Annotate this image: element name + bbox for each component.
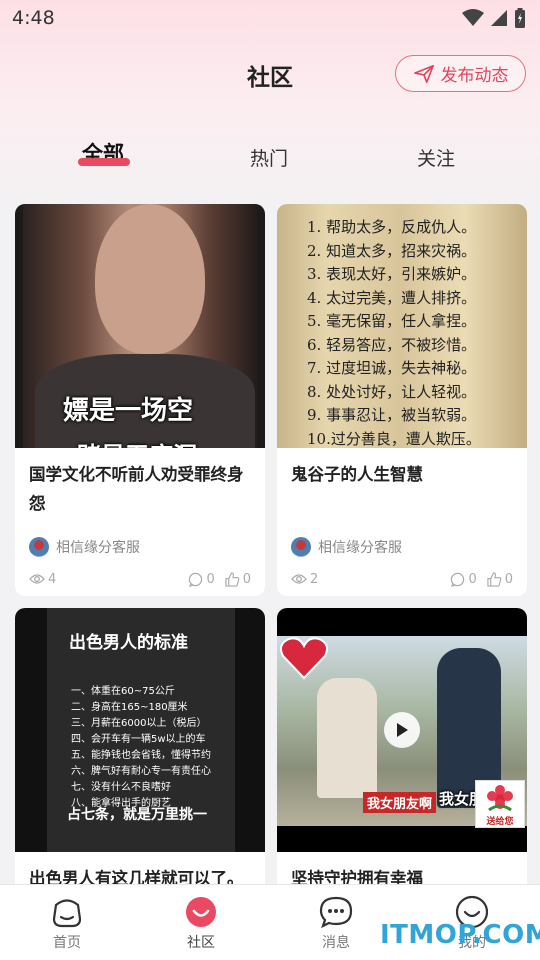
image-text-line: 7. 过度坦诚，失去神秘。 [307,359,477,377]
author-name: 相信缘分客服 [56,540,140,556]
comment-icon [451,572,465,587]
avatar [291,537,311,557]
image-text-line: 2. 知道太多，招来灾祸。 [307,241,477,260]
image-footer: 占七条，就是万里挑一 [67,807,207,823]
play-button[interactable] [384,712,420,748]
image-heading: 出色男人的标准 [69,633,188,653]
image-text-line: 二、身高在165~180厘米 [71,702,188,713]
tab-following[interactable]: 关注 [417,144,455,171]
post-author: 相信缘分客服 [277,532,527,562]
post-image[interactable]: 1. 帮助太多，反成仇人。 2. 知道太多，招来灾祸。 3. 表现太好，引来嫉妒。 4… [277,204,527,448]
battery-icon [515,8,525,28]
avatar [29,537,49,557]
send-icon [413,64,434,83]
image-text-line: 3. 表现太好，引来嫉妒。 [307,265,477,283]
image-text-line: 四、会开车有一辆5w以上的车 [71,734,206,745]
image-text-line: 10.过分善良，遭人欺压。 [307,429,481,448]
nav-label: 消息 [322,935,350,951]
views-count: 2 [310,571,319,587]
status-icons [462,8,526,28]
image-text-line: 一、体重在60~75公斤 [71,686,175,697]
wifi-icon [462,9,484,26]
image-text-line: 五、能挣钱也会省钱，懂得节约 [71,750,211,761]
person-shape [317,678,377,798]
face-shape [95,204,205,354]
message-bubble-icon [319,896,353,929]
home-face-icon [52,899,82,928]
flower-logo: 送给您 [475,780,525,828]
author-name: 相信缘分客服 [318,540,402,556]
image-text-list: 一、体重在60~75公斤二、身高在165~180厘米三、月薪在6000以上（税后… [71,684,211,812]
likes-count: 0 [242,571,251,587]
eye-icon [29,574,45,584]
image-caption-second: 赌是无底洞 [77,436,197,448]
comments-count: 0 [206,571,215,587]
comment-button[interactable]: 0 [188,571,215,587]
status-time: 4:48 [12,7,55,29]
like-button[interactable]: 0 [487,572,513,587]
flower-icon [487,785,513,812]
active-tab-indicator [78,158,130,166]
post-image[interactable]: 我女朋友啊 我女朋 送给您 [277,608,527,852]
image-text-line: 1. 帮助太多，反成仇人。 [307,218,477,236]
comments-count: 0 [468,571,477,587]
nav-community[interactable]: 社区 [161,895,241,952]
comment-icon [189,572,203,587]
nav-label: 社区 [187,935,215,951]
image-text-line: 8. 处处讨好，让人轻视。 [307,382,477,401]
feed-tabs: 全部 热门 关注 [0,132,540,182]
post-card[interactable]: 出色男人的标准 一、体重在60~75公斤二、身高在165~180厘米三、月薪在6… [15,608,265,898]
site-watermark: ITMOP.COM [380,920,540,950]
likes-count: 0 [504,571,513,587]
views-stat: 4 [29,572,56,587]
image-text-line: 6. 轻易答应，不被珍惜。 [307,335,477,354]
image-text-line: 5. 毫无保留，任人拿捏。 [307,312,477,330]
signal-icon [491,10,507,26]
image-text-list: 1. 帮助太多，反成仇人。 2. 知道太多，招来灾祸。 3. 表现太好，引来嫉妒。 4… [307,216,481,448]
post-title: 国学文化不听前人劝受罪终身怨 [29,465,244,513]
status-bar: 4:48 [0,0,540,36]
publish-post-button[interactable]: 发布动态 [395,55,526,92]
post-card[interactable]: 我女朋友啊 我女朋 送给您 坚持守护拥有幸福 [277,608,527,898]
image-text-line: 4. 太过完美，遭人排挤。 [307,288,477,307]
views-count: 4 [48,571,57,587]
post-image[interactable]: 嫖是一场空 赌是无底洞 [15,204,265,448]
views-stat: 2 [291,572,318,587]
publish-post-label: 发布动态 [440,66,509,86]
play-icon [397,723,408,737]
image-text-line: 六、脾气好有耐心专一有责任心 [71,766,211,777]
post-author: 相信缘分客服 [15,532,265,562]
like-button[interactable]: 0 [225,572,251,587]
post-card[interactable]: 1. 帮助太多，反成仇人。 2. 知道太多，招来灾祸。 3. 表现太好，引来嫉妒。 4… [277,204,527,596]
eye-icon [291,574,307,584]
community-smile-icon [186,897,216,927]
post-title: 鬼谷子的人生智慧 [291,465,423,484]
image-caption: 我女朋友啊 [363,792,437,813]
tab-hot[interactable]: 热门 [250,144,288,171]
thumbs-up-icon [487,571,502,587]
thumbs-up-icon [225,571,240,587]
comment-button[interactable]: 0 [450,571,477,587]
header: 社区 发布动态 [0,50,540,98]
nav-label: 首页 [53,935,81,951]
image-caption: 嫖是一场空 [63,396,194,426]
nav-messages[interactable]: 消息 [296,895,376,952]
image-text-line: 七、没有什么不良嗜好 [71,782,171,793]
heart-sticker-icon [280,637,328,680]
nav-home[interactable]: 首页 [27,895,107,952]
image-text-line: 9. 事事忍让，被当软弱。 [307,406,477,424]
flower-logo-text: 送给您 [486,817,514,827]
post-card[interactable]: 嫖是一场空 赌是无底洞 国学文化不听前人劝受罪终身怨 相信缘分客服 4 0 0 [15,204,265,596]
post-stats: 4 0 0 [15,562,265,596]
post-stats: 2 0 0 [277,562,527,596]
post-image[interactable]: 出色男人的标准 一、体重在60~75公斤二、身高在165~180厘米三、月薪在6… [15,608,265,852]
image-text-line: 三、月薪在6000以上（税后） [71,718,207,729]
